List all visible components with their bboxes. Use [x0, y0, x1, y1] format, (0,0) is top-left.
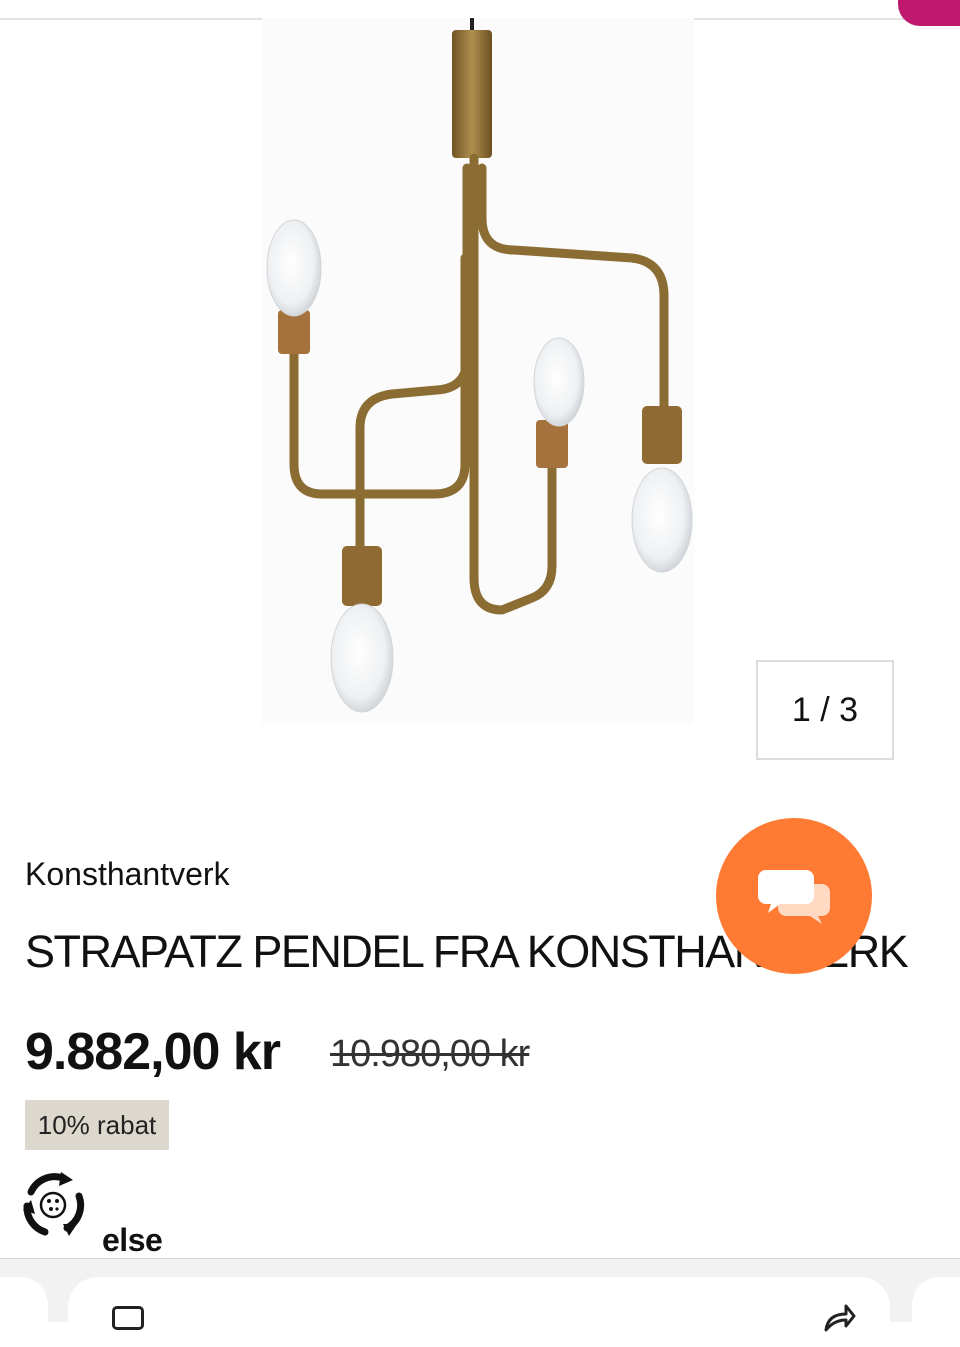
chat-bubbles-icon	[758, 870, 830, 924]
payment-provider-label: else	[102, 1222, 163, 1258]
browser-back-area[interactable]	[0, 1277, 48, 1347]
discount-badge: 10% rabat	[25, 1100, 169, 1150]
discount-badge-label: 10% rabat	[37, 1109, 157, 1140]
product-old-price: 10.980,00 kr	[330, 1033, 530, 1075]
header-cart-pill[interactable]	[898, 0, 960, 26]
chat-button[interactable]	[716, 818, 872, 974]
share-icon[interactable]	[822, 1302, 856, 1332]
image-counter-text: 1 / 3	[791, 690, 859, 729]
tabs-icon[interactable]	[112, 1306, 144, 1330]
else-logo-icon	[23, 1172, 85, 1236]
pendant-lamp-image	[266, 18, 693, 713]
product-image[interactable]	[262, 18, 694, 724]
browser-bottom-bar	[0, 1258, 960, 1347]
product-price: 9.882,00 kr	[25, 1023, 281, 1081]
product-brand[interactable]: Konsthantverk	[25, 856, 230, 893]
browser-address-bar[interactable]	[68, 1277, 890, 1347]
image-counter: 1 / 3	[756, 660, 894, 760]
browser-menu-area[interactable]	[912, 1277, 960, 1347]
